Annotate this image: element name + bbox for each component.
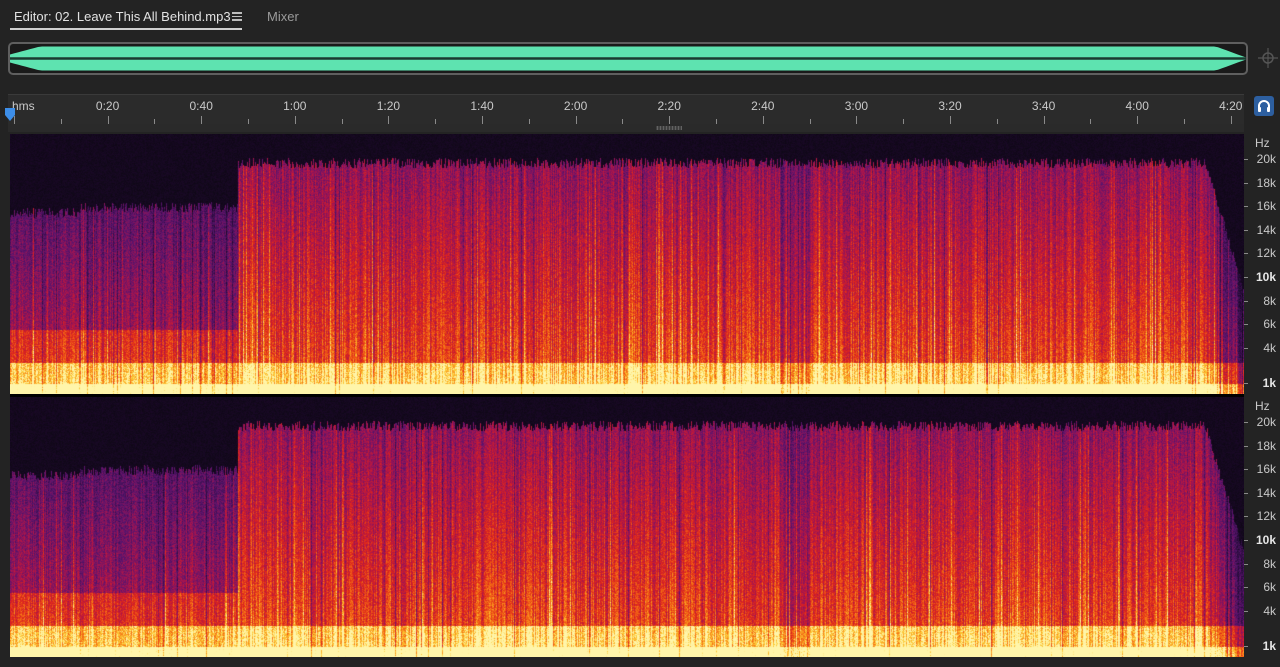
playhead-marker[interactable] [4,108,16,122]
zoom-navigator-icon[interactable] [1258,46,1278,70]
ruler-time-label: 2:00 [563,99,588,113]
ruler-tick [201,116,203,124]
ruler-time-label: 3:20 [938,99,962,113]
ruler-tick [950,116,951,124]
hz-unit-label: Hz [1255,399,1270,413]
frequency-tick [1244,564,1248,565]
frequency-tick [1244,348,1248,349]
resize-grip-handle[interactable] [656,126,682,130]
ruler-time-label: 4:00 [1125,99,1149,113]
ruler-time-label: 4:20 [1219,99,1243,113]
frequency-tick [1244,230,1248,231]
ruler-tick [575,116,577,124]
ruler-time-label: 2:20 [657,99,681,113]
ruler-tick [1230,116,1232,124]
panel-tab-bar: Editor: 02. Leave This All Behind.mp3 Mi… [0,0,1280,36]
hz-unit-label: Hz [1255,136,1270,150]
ruler-time-label: 1:00 [283,99,307,113]
frequency-label: 20k [1256,415,1276,429]
frequency-label: 10k [1255,270,1276,284]
headphones-icon[interactable] [1254,96,1274,116]
frequency-tick [1244,324,1248,325]
frequency-label: 16k [1256,462,1276,476]
frequency-tick [1244,277,1248,278]
ruler-time-label: 0:40 [189,99,213,113]
spectrogram-right [10,397,1244,657]
frequency-label: 16k [1256,199,1276,213]
overview-waveform-graphic [10,46,1246,71]
frequency-tick [1244,383,1248,384]
ruler-time-label: 2:40 [751,99,775,113]
frequency-label: 14k [1256,223,1276,237]
ruler-tick [762,116,764,124]
frequency-label: 1k [1262,376,1276,390]
frequency-label: 18k [1256,439,1276,453]
frequency-label: 4k [1263,604,1276,618]
frequency-tick [1244,469,1248,470]
frequency-tick [1244,646,1248,647]
ruler-time-label: 1:20 [376,99,401,113]
frequency-label: 14k [1256,486,1276,500]
frequency-tick [1244,422,1248,423]
ruler-time-label: 3:40 [1031,99,1056,113]
ruler-tick [1043,116,1045,124]
frequency-label: 1k [1262,639,1276,653]
frequency-label: 4k [1263,341,1276,355]
ruler-divider [8,124,1244,132]
frequency-tick [1244,301,1248,302]
ruler-tick [669,116,671,124]
ruler-tick [107,116,109,124]
frequency-tick [1244,516,1248,517]
active-tab-indicator [10,28,242,30]
ruler-tick [856,116,858,124]
frequency-tick [1244,446,1248,447]
frequency-tick [1244,206,1248,207]
frequency-label: 8k [1263,294,1276,308]
hamburger-menu-icon[interactable] [230,10,244,24]
frequency-label: 8k [1263,557,1276,571]
spectrogram-left [10,134,1244,394]
spectral-display-right-channel[interactable] [10,397,1244,657]
tab-mixer[interactable]: Mixer [267,0,299,32]
frequency-tick [1244,611,1248,612]
frequency-label: 12k [1256,246,1276,260]
ruler-tick [294,116,296,124]
frequency-label: 10k [1255,533,1276,547]
frequency-scale-right[interactable]: Hz 20k 18k 16k 14k 12k 10k 8k 6k 4k 1k [1244,397,1280,657]
frequency-tick [1244,183,1248,184]
frequency-tick [1244,540,1248,541]
ruler-time-label: 3:00 [844,99,869,113]
ruler-tick [1137,116,1139,124]
frequency-label: 18k [1256,176,1276,190]
frequency-tick [1244,493,1248,494]
ruler-tick [388,116,390,124]
frequency-tick [1244,253,1248,254]
ruler-time-label: 1:40 [470,99,494,113]
frequency-tick [1244,587,1248,588]
ruler-tick [482,116,483,124]
frequency-tick [1244,159,1248,160]
ruler-time-label: 0:20 [95,99,120,113]
frequency-scale-left[interactable]: Hz 20k 18k 16k 14k 12k 10k 8k 6k 4k 1k [1244,134,1280,394]
frequency-label: 12k [1256,509,1276,523]
overview-waveform[interactable] [8,42,1248,75]
frequency-label: 6k [1263,580,1276,594]
time-ruler[interactable]: hms 0:20 0:40 1:00 1:20 1:40 2:00 2:20 2:40 3:00… [8,94,1244,124]
frequency-label: 6k [1263,317,1276,331]
frequency-label: 20k [1256,152,1276,166]
spectral-display-left-channel[interactable] [10,134,1244,394]
